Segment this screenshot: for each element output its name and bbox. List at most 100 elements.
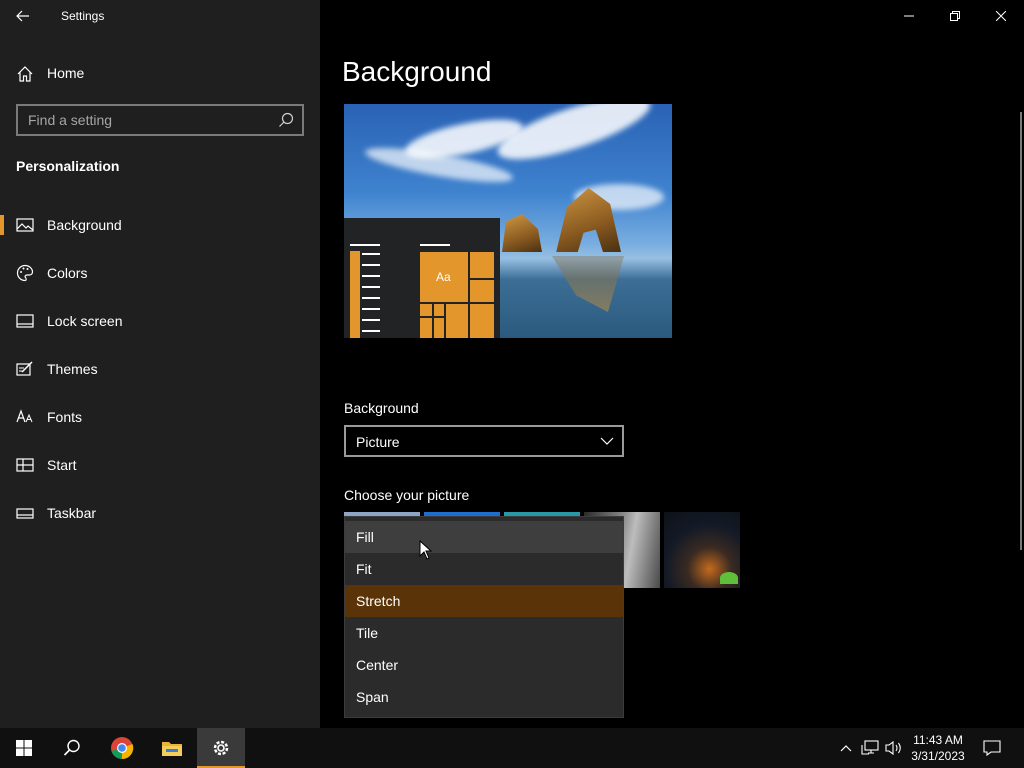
- sidebar-item-label: Background: [47, 217, 122, 233]
- fonts-icon: [16, 409, 33, 423]
- close-icon: [996, 11, 1006, 21]
- preview-line: [362, 286, 380, 288]
- settings-taskbar-button[interactable]: [197, 728, 245, 768]
- restore-icon: [950, 11, 960, 21]
- back-arrow-icon: [16, 10, 29, 22]
- sidebar-item-fonts[interactable]: Fonts: [0, 397, 320, 437]
- option-label: Stretch: [356, 593, 401, 609]
- network-button[interactable]: [860, 738, 880, 758]
- preview-line: [420, 244, 450, 246]
- tile-divider: [444, 302, 446, 338]
- sidebar-item-label: Colors: [47, 265, 88, 281]
- picture-thumbnail[interactable]: [664, 512, 740, 588]
- preview-line: [362, 319, 380, 321]
- restore-button[interactable]: [932, 0, 978, 32]
- clock-time: 11:43 AM: [913, 733, 963, 747]
- volume-button[interactable]: [884, 738, 904, 758]
- fit-option-stretch[interactable]: Stretch: [345, 585, 623, 617]
- background-type-value: Picture: [356, 434, 400, 450]
- show-hidden-icons-button[interactable]: [836, 738, 856, 758]
- active-indicator: [0, 215, 4, 235]
- fit-option-tile[interactable]: Tile: [345, 617, 623, 649]
- scrollbar[interactable]: [1020, 112, 1022, 550]
- palette-icon: [16, 264, 34, 282]
- close-button[interactable]: [978, 0, 1024, 32]
- home-nav-item[interactable]: Home: [0, 56, 320, 92]
- clock-date: 3/31/2023: [911, 749, 965, 763]
- sidebar-item-themes[interactable]: Themes: [0, 349, 320, 389]
- taskbar: 11:43 AM 3/31/2023: [0, 728, 1024, 768]
- start-icon: [16, 458, 34, 472]
- search-icon[interactable]: [278, 112, 294, 128]
- sidebar-item-lock-screen[interactable]: Lock screen: [0, 301, 320, 341]
- speaker-icon: [885, 740, 901, 756]
- option-label: Tile: [356, 625, 379, 641]
- sidebar-item-start[interactable]: Start: [0, 445, 320, 485]
- tent-icon: [720, 572, 738, 584]
- search-icon: [63, 739, 80, 756]
- mouse-cursor-icon: [419, 540, 433, 560]
- background-label: Background: [344, 400, 419, 416]
- preview-line: [362, 253, 380, 255]
- gear-icon: [213, 740, 229, 756]
- taskbar-icon: [16, 508, 34, 519]
- picture-icon: [16, 218, 34, 232]
- chevron-down-icon: [600, 437, 614, 445]
- windows-logo-icon: [16, 740, 32, 756]
- background-preview: Aa: [344, 104, 672, 338]
- preview-line: [350, 244, 380, 246]
- sidebar-item-taskbar[interactable]: Taskbar: [0, 493, 320, 533]
- preview-start-strip: [350, 251, 360, 338]
- search-button[interactable]: [48, 728, 96, 768]
- folder-icon: [162, 742, 182, 756]
- option-label: Fit: [356, 561, 372, 577]
- page-title: Background: [342, 56, 492, 87]
- option-label: Center: [356, 657, 399, 673]
- themes-icon: [16, 361, 33, 376]
- chevron-up-icon: [840, 745, 852, 752]
- preview-line: [362, 297, 380, 299]
- minimize-button[interactable]: [886, 0, 932, 32]
- fit-dropdown-list: Fill Fit Stretch Tile Center Span: [344, 516, 624, 718]
- start-button[interactable]: [0, 728, 48, 768]
- fit-option-center[interactable]: Center: [345, 649, 623, 681]
- sidebar: Settings Home Personalization Background…: [0, 0, 320, 728]
- sidebar-item-label: Taskbar: [47, 505, 97, 521]
- search-input[interactable]: [18, 106, 268, 134]
- minimize-icon: [904, 15, 914, 17]
- preview-line: [362, 308, 380, 310]
- sidebar-item-label: Lock screen: [47, 313, 123, 329]
- file-explorer-button[interactable]: [148, 728, 196, 768]
- network-icon: [861, 740, 879, 755]
- option-label: Span: [356, 689, 389, 705]
- notification-icon: [983, 740, 1001, 756]
- clock[interactable]: 11:43 AM 3/31/2023: [906, 732, 970, 764]
- preview-line: [362, 264, 380, 266]
- settings-window: Settings Home Personalization Background…: [0, 0, 1024, 728]
- choose-picture-label: Choose your picture: [344, 487, 470, 503]
- tile-divider: [468, 278, 494, 280]
- sidebar-item-colors[interactable]: Colors: [0, 253, 320, 293]
- lock-screen-icon: [16, 314, 34, 328]
- fit-option-fit[interactable]: Fit: [345, 553, 623, 585]
- tile-divider: [468, 252, 470, 338]
- background-type-dropdown[interactable]: Picture: [344, 425, 624, 457]
- sidebar-item-background[interactable]: Background: [0, 205, 320, 245]
- fit-option-span[interactable]: Span: [345, 681, 623, 713]
- preview-sample-text: Aa: [436, 270, 451, 284]
- home-label: Home: [47, 65, 85, 81]
- home-icon: [17, 66, 33, 82]
- section-heading: Personalization: [16, 158, 120, 174]
- app-title: Settings: [61, 9, 105, 23]
- back-button[interactable]: [0, 0, 46, 32]
- action-center-button[interactable]: [982, 738, 1002, 758]
- title-bar: Settings: [0, 0, 320, 32]
- search-box[interactable]: [16, 104, 304, 136]
- preview-line: [362, 275, 380, 277]
- sidebar-item-label: Start: [47, 457, 77, 473]
- option-label: Fill: [356, 529, 374, 545]
- sidebar-item-label: Fonts: [47, 409, 83, 425]
- chrome-button[interactable]: [98, 728, 146, 768]
- tile-divider: [432, 302, 434, 338]
- fit-option-fill[interactable]: Fill: [345, 521, 623, 553]
